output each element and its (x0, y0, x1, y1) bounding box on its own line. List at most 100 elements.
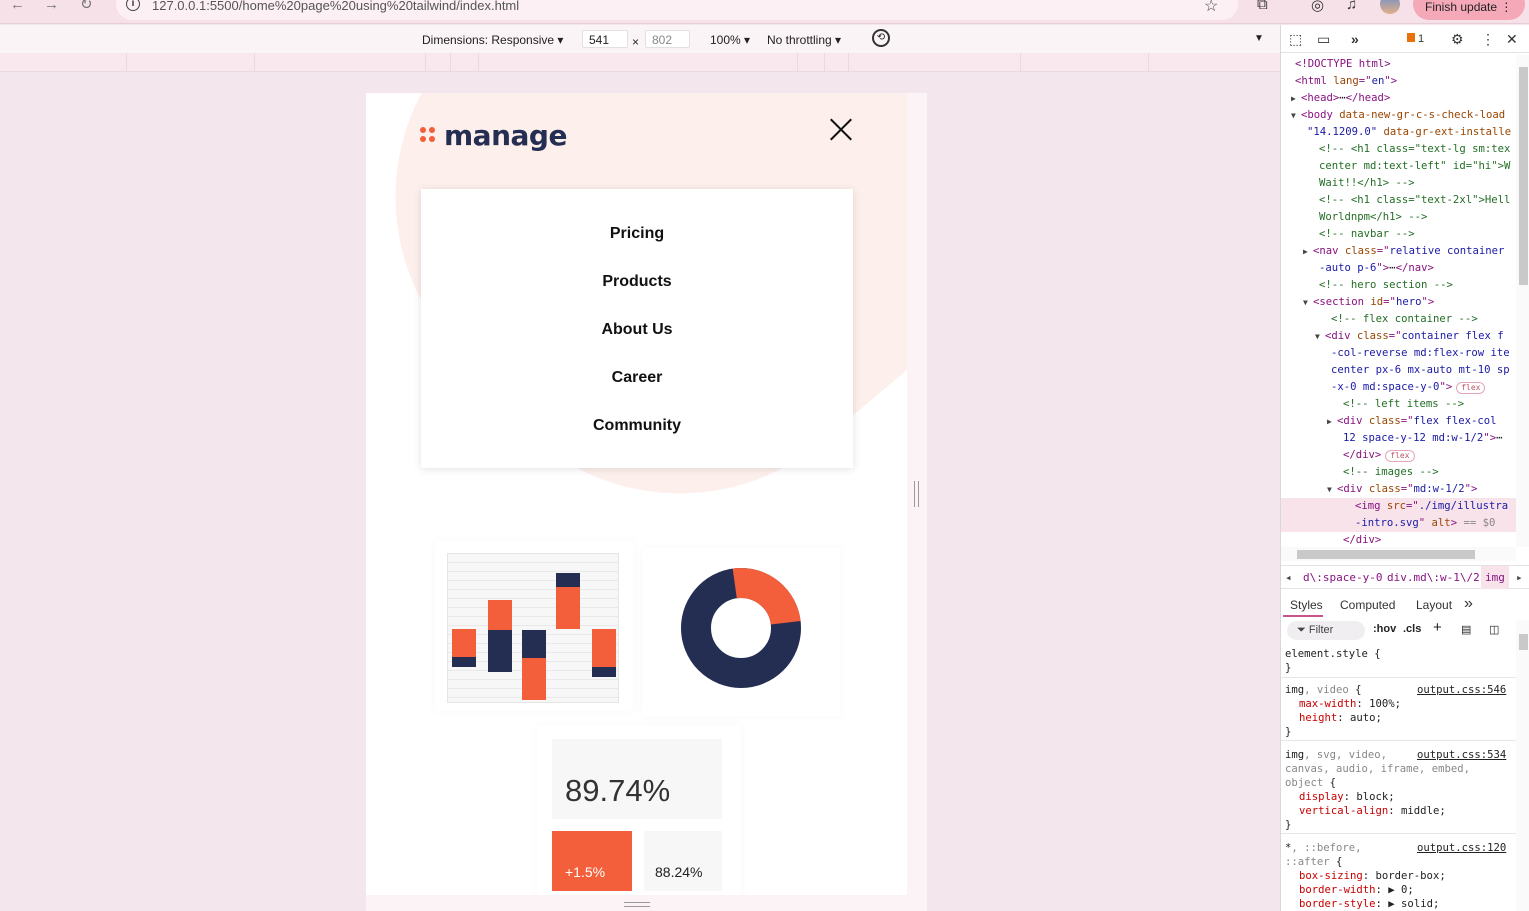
dom-node-line[interactable]: center md:text-left" id="hi">W (1281, 158, 1516, 175)
ruler-tick[interactable] (824, 53, 825, 72)
stylesheet-source-link[interactable]: output.css:546 (1417, 683, 1506, 697)
style-declaration[interactable]: box-sizing: border-box; (1299, 869, 1446, 883)
reload-icon[interactable]: ↻ (80, 0, 93, 12)
expand-node-icon[interactable]: ▶ (1303, 243, 1313, 260)
dom-node-line[interactable]: <html lang="en"> (1281, 73, 1516, 90)
dom-node-line[interactable]: </div> flex (1281, 447, 1516, 464)
dom-node-line[interactable]: <!-- <h1 class="text-2xl">Hell (1281, 192, 1516, 209)
style-declaration[interactable]: border-style: ▶ solid; (1299, 897, 1439, 911)
style-declaration[interactable]: max-width: 100%; (1299, 697, 1401, 711)
more-tabs-icon[interactable]: » (1351, 31, 1359, 47)
dom-node-line[interactable]: <!-- flex container --> (1281, 311, 1516, 328)
stylesheet-source-link[interactable]: output.css:120 (1417, 841, 1506, 855)
site-logo[interactable]: manage (420, 115, 567, 155)
collapse-node-icon[interactable]: ▼ (1291, 107, 1301, 124)
dom-node-line[interactable]: <!DOCTYPE html> (1281, 56, 1516, 73)
inspect-element-icon[interactable]: ⬚ (1289, 31, 1302, 48)
dom-node-line[interactable]: <img src="./img/illustra (1281, 498, 1516, 515)
width-input[interactable]: 541 (582, 30, 628, 48)
ruler-tick[interactable] (848, 53, 849, 72)
style-declaration[interactable]: border-width: ▶ 0; (1299, 883, 1414, 897)
dom-node-line[interactable]: ▼ <section id="hero"> (1281, 294, 1516, 311)
settings-gear-icon[interactable]: ⚙ (1451, 31, 1464, 48)
dom-node-line[interactable]: ▶ <div class="flex flex-col (1281, 413, 1516, 430)
extensions-icon[interactable]: ⧉ (1257, 0, 1268, 13)
profile-avatar[interactable] (1380, 0, 1400, 14)
address-bar[interactable]: i 127.0.0.1:5500/home%20page%20using%20t… (116, 0, 1238, 20)
menu-item-about-us[interactable]: About Us (421, 321, 853, 339)
flex-badge[interactable]: flex (1456, 382, 1486, 394)
expand-node-icon[interactable]: ▶ (1291, 90, 1301, 107)
device-toggle-icon[interactable]: ▭ (1317, 31, 1330, 48)
more-style-tabs-icon[interactable]: » (1464, 595, 1473, 613)
flex-badge[interactable]: flex (1385, 450, 1415, 462)
scroll-thumb[interactable] (1519, 67, 1528, 285)
collapse-node-icon[interactable]: ▼ (1327, 481, 1337, 498)
scroll-thumb[interactable] (1297, 550, 1475, 559)
close-menu-icon[interactable] (828, 117, 854, 143)
menu-item-pricing[interactable]: Pricing (421, 225, 853, 243)
dom-node-line[interactable]: ▼ <body data-new-gr-c-s-check-load (1281, 107, 1516, 124)
ruler-tick[interactable] (450, 53, 451, 72)
dom-node-line[interactable]: ▶ <nav class="relative container (1281, 243, 1516, 260)
dom-node-line[interactable]: <!-- hero section --> (1281, 277, 1516, 294)
style-declaration[interactable]: height: auto; (1299, 711, 1382, 725)
dom-node-line[interactable]: ▼ <div class="container flex f (1281, 328, 1516, 345)
ruler-tick[interactable] (478, 53, 479, 72)
dom-node-line[interactable]: Wait!!</h1> --> (1281, 175, 1516, 192)
devtools-menu-icon[interactable]: ⋮ (1481, 31, 1495, 48)
dimensions-dropdown[interactable]: Dimensions: Responsive ▾ (422, 33, 563, 47)
hov-toggle[interactable]: :hov (1373, 623, 1396, 635)
expand-node-icon[interactable]: ▶ (1327, 413, 1337, 430)
dom-node-line[interactable]: <!-- navbar --> (1281, 226, 1516, 243)
style-declaration[interactable]: display: block; (1299, 790, 1395, 804)
zoom-dropdown[interactable]: 100% ▾ (710, 33, 750, 47)
ruler-tick[interactable] (254, 53, 255, 72)
url-text[interactable]: 127.0.0.1:5500/home%20page%20using%20tai… (152, 0, 519, 13)
ruler-tick[interactable] (126, 53, 127, 72)
resize-handle-right[interactable] (914, 481, 919, 507)
breadcrumb-item[interactable]: d\:space-y-0 (1303, 571, 1382, 584)
collapse-node-icon[interactable]: ▼ (1315, 328, 1325, 345)
dom-node-line[interactable]: ▶ <head>⋯</head> (1281, 90, 1516, 107)
rotate-icon[interactable]: ⟲ (872, 29, 890, 47)
forward-icon[interactable]: → (44, 0, 59, 12)
dom-node-line[interactable]: <!-- <h1 class="text-lg sm:tex (1281, 141, 1516, 158)
scroll-thumb[interactable] (1519, 634, 1528, 650)
collapse-node-icon[interactable]: ▼ (1303, 294, 1313, 311)
stylesheet-source-link[interactable]: output.css:534 (1417, 748, 1506, 762)
back-icon[interactable]: ← (10, 0, 25, 12)
issues-counter[interactable]: 1 (1407, 33, 1424, 45)
paint-icon[interactable]: ▤ (1461, 623, 1471, 636)
cls-toggle[interactable]: .cls (1403, 623, 1421, 635)
dom-node-line[interactable]: -col-reverse md:flex-row ite (1281, 345, 1516, 362)
extension-2-icon[interactable]: ◎ (1311, 0, 1324, 14)
breadcrumb-left-arrow[interactable]: ◂ (1285, 571, 1292, 584)
dom-node-line[interactable]: Worldnpm</h1> --> (1281, 209, 1516, 226)
dom-node-line[interactable]: -intro.svg" alt> == $0 (1281, 515, 1516, 532)
ruler-tick[interactable] (425, 53, 426, 72)
finish-update-button[interactable]: Finish update ⋮ (1413, 0, 1525, 20)
dom-node-line[interactable]: center px-6 mx-auto mt-10 sp (1281, 362, 1516, 379)
ruler-tick[interactable] (1020, 53, 1021, 72)
dom-node-line[interactable]: 12 space-y-12 md:w-1/2">⋯ (1281, 430, 1516, 447)
menu-item-products[interactable]: Products (421, 273, 853, 291)
ruler-tick[interactable] (1148, 53, 1149, 72)
tab-styles[interactable]: Styles (1290, 598, 1323, 612)
height-input[interactable]: 802 (645, 30, 690, 48)
bookmark-star-icon[interactable]: ☆ (1204, 0, 1218, 16)
dom-node-line[interactable]: "14.1209.0" data-gr-ext-installe (1281, 124, 1516, 141)
dom-tree-vertical-scrollbar[interactable] (1516, 55, 1529, 547)
dom-node-line[interactable]: </div> (1281, 532, 1516, 547)
dom-node-line[interactable]: ▼ <div class="md:w-1/2"> (1281, 481, 1516, 498)
style-declaration[interactable]: vertical-align: middle; (1299, 804, 1446, 818)
breadcrumb-right-arrow[interactable]: ▸ (1516, 571, 1523, 584)
site-info-icon[interactable]: i (126, 0, 140, 11)
close-devtools-icon[interactable]: ✕ (1506, 31, 1518, 48)
media-icon[interactable]: ♫ (1346, 0, 1357, 13)
menu-item-community[interactable]: Community (421, 417, 853, 435)
styles-vertical-scrollbar[interactable] (1516, 620, 1529, 911)
dom-node-line[interactable]: <!-- images --> (1281, 464, 1516, 481)
dom-tree-horizontal-scrollbar[interactable] (1281, 547, 1516, 561)
breadcrumb-item[interactable]: div.md\:w-1\/2 (1387, 571, 1480, 584)
